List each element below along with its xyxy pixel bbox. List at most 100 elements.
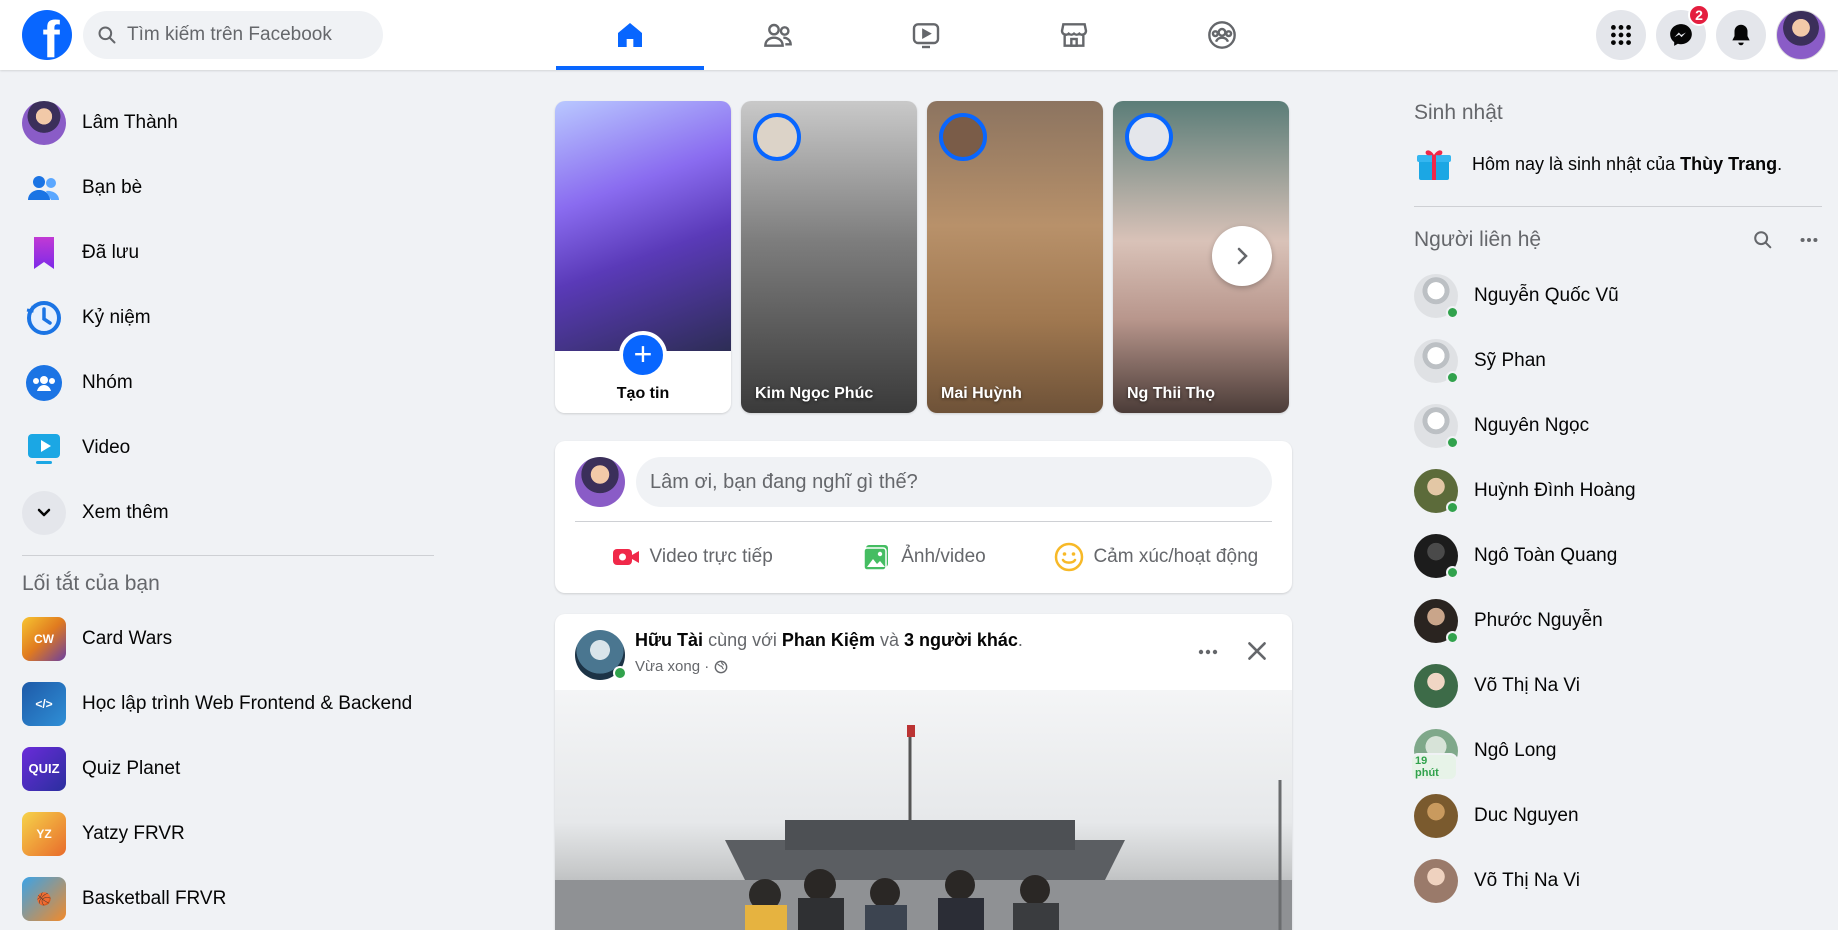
online-indicator: [1446, 630, 1459, 644]
online-indicator: [1446, 435, 1459, 449]
clock-icon: [22, 296, 66, 340]
avatar: 19 phút: [1410, 728, 1458, 781]
messenger-button[interactable]: 2: [1656, 4, 1710, 60]
contact-name: Ngô Toàn Quang: [1474, 544, 1618, 566]
hide-post-button[interactable]: [1244, 638, 1270, 669]
sidebar-item-video[interactable]: Video: [0, 415, 440, 480]
composer-placeholder: Lâm ơi, bạn đang nghĩ gì thế?: [650, 470, 918, 493]
grid-menu-icon: [1611, 25, 1631, 45]
shortcut-item[interactable]: </> Học lập trình Web Frontend & Backend: [0, 671, 440, 736]
avatar: [1414, 533, 1459, 579]
photo-video-button[interactable]: Ảnh/video: [807, 531, 1039, 583]
post-time[interactable]: Vừa xong ·: [635, 658, 709, 675]
notifications-button[interactable]: [1716, 10, 1766, 60]
post-options-button[interactable]: [1196, 640, 1220, 669]
birthday-prefix: Hôm nay là sinh nhật của: [1472, 153, 1676, 174]
avatar: [1414, 858, 1458, 903]
sidebar-item-groups[interactable]: Nhóm: [0, 350, 440, 415]
account-avatar[interactable]: [1776, 10, 1826, 60]
tab-friends[interactable]: [704, 0, 852, 70]
sidebar-item-memories[interactable]: Kỷ niệm: [0, 285, 440, 350]
live-video-button[interactable]: Video trực tiếp: [575, 531, 807, 583]
tab-home[interactable]: [556, 0, 704, 70]
contact-name: Duc Nguyen: [1474, 804, 1579, 826]
contact-name: Ngô Long: [1474, 739, 1557, 761]
contact-name: Nguyên Ngọc: [1474, 414, 1590, 436]
live-video-label: Video trực tiếp: [649, 546, 773, 567]
post-photo[interactable]: [555, 690, 1292, 930]
story-card[interactable]: Kim Ngọc Phúc: [741, 101, 917, 413]
gift-icon: [1417, 150, 1451, 180]
post-author[interactable]: Hữu Tài: [635, 630, 703, 650]
contact-name: Phước Nguyễn: [1474, 609, 1603, 631]
more-horizontal-icon: [1198, 649, 1218, 655]
contact-item[interactable]: Sỹ Phan: [1414, 328, 1824, 393]
globe-icon: [714, 660, 728, 673]
sidebar-item-profile[interactable]: Lâm Thành: [0, 90, 440, 155]
search-box[interactable]: [83, 11, 383, 59]
composer-input[interactable]: Lâm ơi, bạn đang nghĩ gì thế?: [636, 457, 1272, 507]
avatar: [22, 100, 66, 145]
more-horizontal-icon[interactable]: [1798, 229, 1820, 251]
birthday-text: Hôm nay là sinh nhật của Thùy Trang.: [1472, 154, 1782, 175]
online-indicator: [1446, 500, 1459, 514]
shortcut-item[interactable]: QUIZ Quiz Planet: [0, 736, 440, 801]
contact-item[interactable]: Võ Thị Na Vi: [1414, 848, 1824, 913]
post-tagged-user[interactable]: Phan Kiệm: [782, 630, 875, 650]
birthday-item[interactable]: Hôm nay là sinh nhật của Thùy Trang.: [1414, 136, 1824, 192]
search-icon[interactable]: [1752, 229, 1774, 251]
web-course-logo: </>: [22, 681, 66, 726]
shortcut-item[interactable]: CW Card Wars: [0, 606, 440, 671]
contact-item[interactable]: Nguyễn Quốc Vũ: [1414, 263, 1824, 328]
contact-item[interactable]: Ngô Toàn Quang: [1414, 523, 1824, 588]
feeling-activity-button[interactable]: Cảm xúc/hoạt động: [1040, 531, 1272, 583]
sidebar-item-friends[interactable]: Bạn bè: [0, 155, 440, 220]
create-story-card[interactable]: + Tạo tin: [555, 101, 731, 413]
birthday-name[interactable]: Thùy Trang: [1680, 154, 1777, 174]
period: .: [1777, 153, 1783, 174]
contact-item[interactable]: Huỳnh Đình Hoàng: [1414, 458, 1824, 523]
chevron-right-icon: [1237, 247, 1248, 265]
avatar: [1414, 793, 1458, 838]
contact-item[interactable]: Phước Nguyễn: [1414, 588, 1824, 653]
post-photo-scene: [555, 725, 1292, 930]
menu-button[interactable]: [1596, 10, 1646, 60]
contact-item[interactable]: Võ Thị Na Vi: [1414, 653, 1824, 718]
avatar[interactable]: [575, 457, 625, 507]
sidebar-item-saved[interactable]: Đã lưu: [0, 220, 440, 285]
shortcut-label: Card Wars: [82, 627, 173, 649]
post-composer: Lâm ơi, bạn đang nghĩ gì thế? Video trực…: [555, 441, 1292, 593]
post-others-link[interactable]: 3 người khác: [904, 630, 1018, 650]
sidebar-item-label: Nhóm: [82, 371, 133, 393]
sidebar-item-label: Kỷ niệm: [82, 306, 151, 328]
tab-marketplace[interactable]: [1000, 0, 1148, 70]
contact-item[interactable]: Nguyên Ngọc: [1414, 393, 1824, 458]
search-input[interactable]: [127, 24, 367, 46]
divider: [1414, 206, 1822, 207]
online-indicator: [1446, 565, 1459, 579]
contact-name: Huỳnh Đình Hoàng: [1474, 479, 1636, 501]
video-icon: [912, 23, 940, 49]
contacts-heading: Người liên hệ: [1414, 228, 1542, 251]
sidebar-item-see-more[interactable]: Xem thêm: [0, 480, 440, 545]
tab-watch[interactable]: [852, 0, 1000, 70]
last-active-badge: 19 phút: [1410, 752, 1458, 781]
marketplace-icon: [1060, 23, 1088, 47]
sidebar-item-label: Bạn bè: [82, 176, 143, 198]
contact-item[interactable]: 19 phút Ngô Long: [1410, 718, 1824, 783]
avatar: [1414, 598, 1459, 644]
groups-icon: [1208, 21, 1236, 49]
post-and-text: và: [879, 630, 899, 650]
header-actions: 2: [1596, 4, 1826, 60]
contact-name: Sỹ Phan: [1474, 349, 1546, 371]
story-card[interactable]: Mai Huỳnh: [927, 101, 1103, 413]
facebook-logo-icon[interactable]: f: [22, 10, 72, 60]
left-sidebar: Lâm Thành Bạn bè Đã lưu Kỷ niệm Nhóm Vid…: [0, 90, 440, 930]
stories-next-button[interactable]: [1212, 226, 1272, 286]
contact-name: Võ Thị Na Vi: [1474, 674, 1580, 696]
yatzy-logo: YZ: [22, 811, 66, 856]
shortcut-item[interactable]: 🏀 Basketball FRVR: [0, 866, 440, 930]
contact-item[interactable]: Duc Nguyen: [1414, 783, 1824, 848]
shortcut-item[interactable]: YZ Yatzy FRVR: [0, 801, 440, 866]
tab-groups[interactable]: [1148, 0, 1296, 70]
